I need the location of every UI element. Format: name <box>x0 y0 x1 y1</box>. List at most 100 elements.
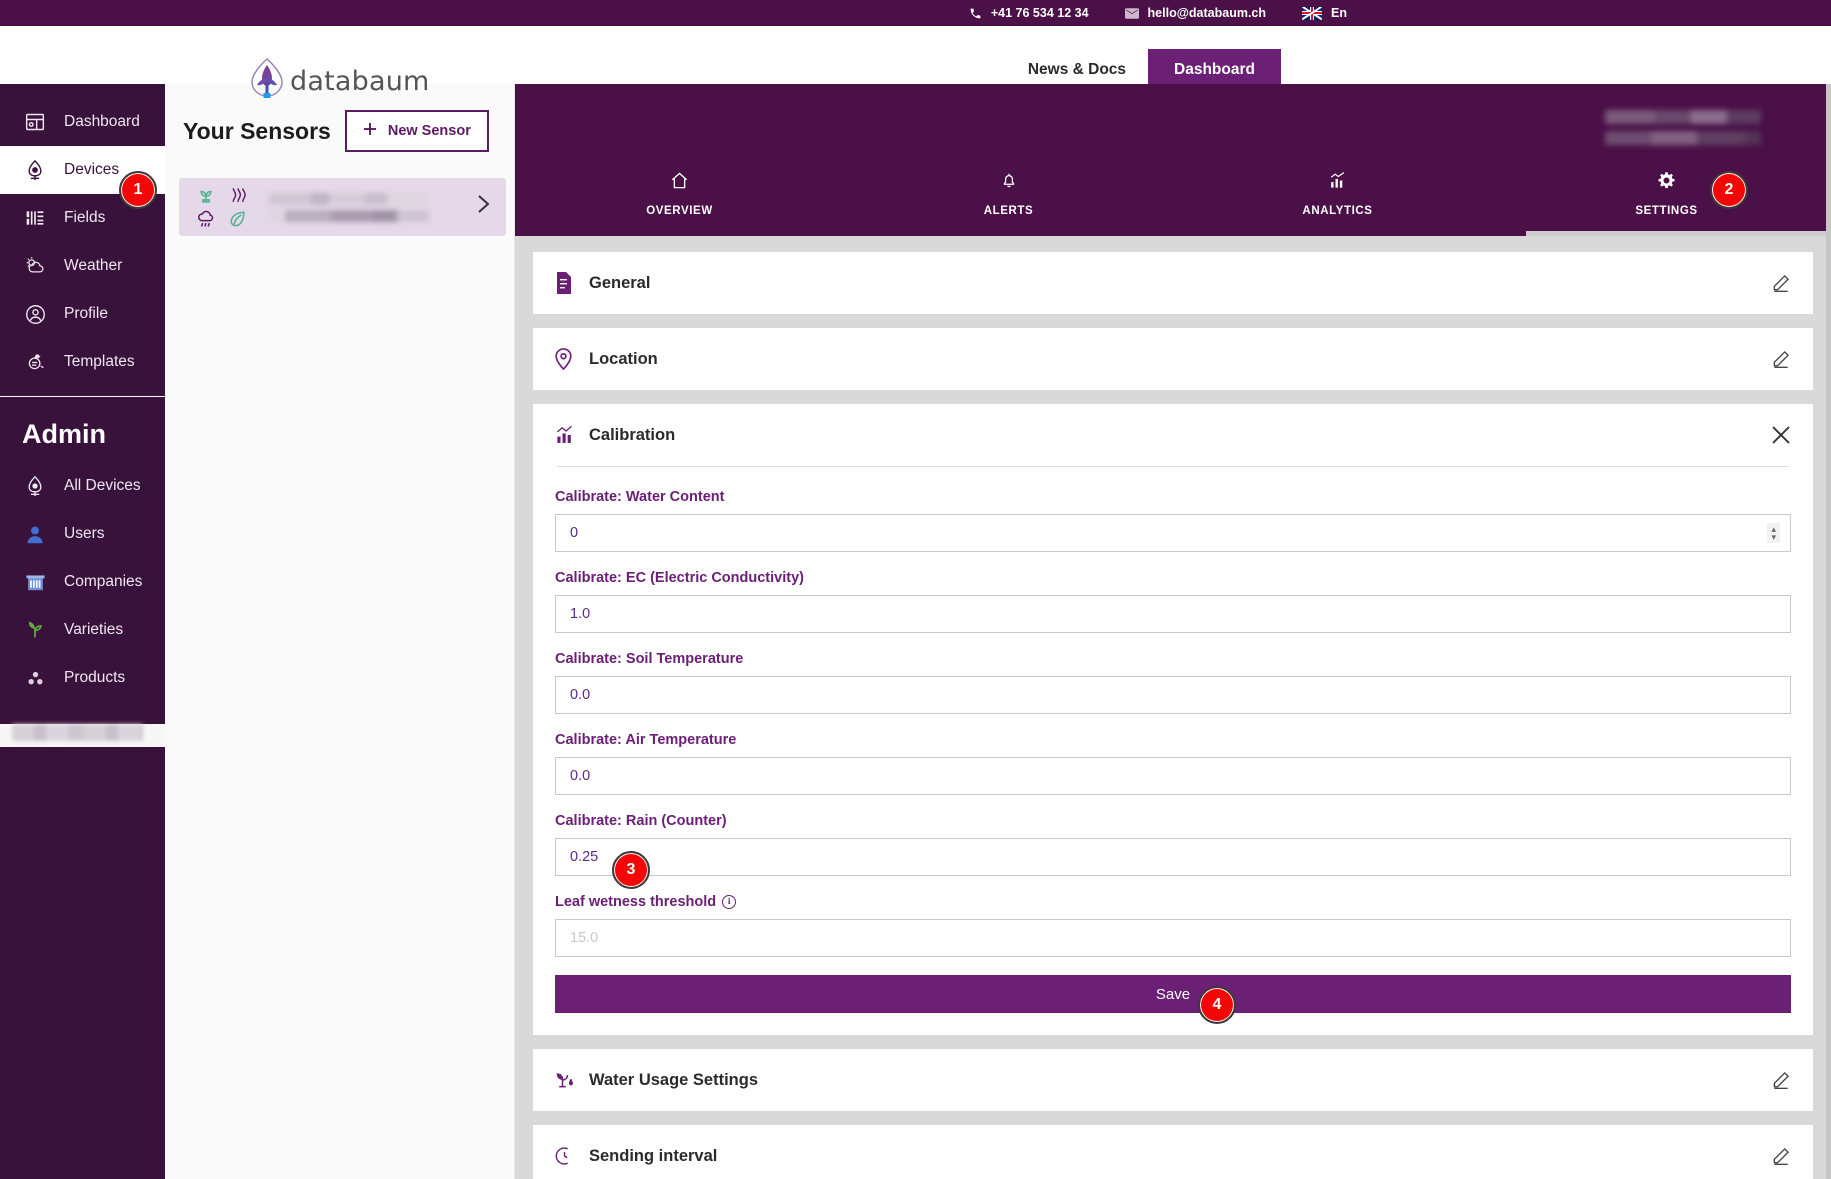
form-divider <box>557 466 1789 467</box>
step-marker-2: 2 <box>1710 171 1748 209</box>
seedling-icon <box>22 620 48 640</box>
section-title: General <box>589 273 651 292</box>
user-icon <box>22 525 48 544</box>
language-selector[interactable]: En <box>1302 6 1347 20</box>
leaf-wetness-threshold-input[interactable]: 15.0 <box>555 919 1791 957</box>
new-sensor-label: New Sensor <box>387 123 471 139</box>
sidebar-item-weather[interactable]: Weather <box>0 242 165 290</box>
section-header[interactable]: Location <box>533 328 1813 390</box>
pencil-icon[interactable] <box>1771 1070 1791 1090</box>
tab-analytics[interactable]: ANALYTICS <box>1173 158 1502 236</box>
sidebar-item-products[interactable]: Products <box>0 654 165 702</box>
redacted-user-label <box>12 724 143 741</box>
fields-icon <box>22 208 48 228</box>
pencil-icon[interactable] <box>1771 273 1791 293</box>
sensor-type-icons <box>193 184 251 230</box>
scrollbar[interactable] <box>1826 84 1831 1179</box>
brand-logo[interactable]: databaum <box>248 57 430 106</box>
input-value: 0.0 <box>570 687 591 703</box>
clock-icon <box>555 1146 589 1166</box>
info-icon[interactable]: i <box>722 895 737 909</box>
tab-label: OVERVIEW <box>646 205 713 217</box>
envelope-icon <box>1124 7 1139 19</box>
leaf-icon <box>225 207 251 230</box>
settings-section-calibration: Calibration Calibrate: Water Content 0 ▴… <box>533 404 1813 1035</box>
settings-section-water-usage: Water Usage Settings <box>533 1049 1813 1111</box>
device-sensor-icon <box>22 475 48 497</box>
bar-chart-icon <box>555 425 589 445</box>
sidebar-item-varieties[interactable]: Varieties <box>0 606 165 654</box>
seedling-icon <box>193 184 219 207</box>
section-title: Location <box>589 349 658 368</box>
calibrate-air-temperature-input[interactable]: 0.0 <box>555 757 1791 795</box>
heat-waves-icon <box>225 184 251 207</box>
water-plant-icon <box>555 1069 589 1091</box>
calibrate-soil-temperature-input[interactable]: 0.0 <box>555 676 1791 714</box>
biohazard-icon <box>22 669 48 688</box>
section-header[interactable]: Sending interval <box>533 1125 1813 1179</box>
number-stepper[interactable]: ▴ ▾ <box>1767 523 1780 543</box>
section-header[interactable]: Water Usage Settings <box>533 1049 1813 1111</box>
section-title: Calibration <box>589 425 676 444</box>
input-placeholder: 15.0 <box>570 930 599 946</box>
list-item[interactable] <box>179 178 506 236</box>
calibrate-rain-counter-label: Calibrate: Rain (Counter) <box>555 813 727 829</box>
page-title: Your Sensors <box>183 117 331 144</box>
sidebar-item-label: Companies <box>64 573 143 590</box>
calibrate-air-temperature-label: Calibrate: Air Temperature <box>555 732 737 748</box>
tab-label: SETTINGS <box>1635 205 1698 217</box>
save-button[interactable]: Save <box>555 975 1791 1013</box>
tab-label: ANALYTICS <box>1302 205 1373 217</box>
sidebar: Dashboard Devices Fields Weather Profile… <box>0 84 165 1179</box>
calibrate-rain-counter-input[interactable]: 0.25 <box>555 838 1791 876</box>
calibrate-water-content-label: Calibrate: Water Content <box>555 489 725 505</box>
sensor-name-redacted <box>269 192 429 222</box>
calibration-form: Calibrate: Water Content 0 ▴ ▾ Calibrate… <box>533 466 1813 1035</box>
calibrate-ec-input[interactable]: 1.0 <box>555 595 1791 633</box>
sidebar-item-templates[interactable]: Templates <box>0 338 165 386</box>
new-sensor-button[interactable]: New Sensor <box>344 110 489 152</box>
settings-section-sending-interval: Sending interval <box>533 1125 1813 1179</box>
app-root: +41 76 534 12 34 hello@databaum.ch En da… <box>0 0 1831 1179</box>
step-marker-1: 1 <box>119 171 157 209</box>
calibrate-water-content-input[interactable]: 0 ▴ ▾ <box>555 514 1791 552</box>
section-header[interactable]: General <box>533 252 1813 314</box>
stepper-down-icon[interactable]: ▾ <box>1771 533 1776 542</box>
templates-icon <box>22 352 48 373</box>
chevron-right-icon[interactable] <box>477 194 490 220</box>
sidebar-item-label: Products <box>64 669 126 686</box>
building-icon <box>22 573 48 591</box>
sidebar-item-dashboard[interactable]: Dashboard <box>0 98 165 146</box>
chart-icon <box>1328 171 1347 195</box>
input-value: 0.25 <box>570 849 599 865</box>
sidebar-item-users[interactable]: Users <box>0 510 165 558</box>
settings-cards: General Location Calibration Calibrate: … <box>515 236 1831 1179</box>
tab-alerts[interactable]: ALERTS <box>844 158 1173 236</box>
sidebar-item-companies[interactable]: Companies <box>0 558 165 606</box>
leaf-logo-icon <box>248 57 286 106</box>
device-hero: OVERVIEW ALERTS ANALYTICS SETTINGS <box>515 84 1831 236</box>
uk-flag-icon <box>1302 6 1323 20</box>
close-icon[interactable] <box>1771 425 1791 445</box>
admin-section-title: Admin <box>22 419 106 449</box>
sidebar-item-label: All Devices <box>64 477 141 494</box>
email-contact[interactable]: hello@databaum.ch <box>1124 6 1266 20</box>
body-layout: Dashboard Devices Fields Weather Profile… <box>0 84 1831 1179</box>
section-title: Sending interval <box>589 1146 718 1165</box>
pencil-icon[interactable] <box>1771 349 1791 369</box>
step-marker-3: 3 <box>612 851 650 889</box>
tab-label: ALERTS <box>983 205 1034 217</box>
tab-overview[interactable]: OVERVIEW <box>515 158 844 236</box>
sidebar-item-label: Templates <box>64 353 135 370</box>
tab-settings[interactable]: SETTINGS <box>1502 158 1831 236</box>
site-header: databaum News & Docs Dashboard <box>0 26 1831 98</box>
main-content: OVERVIEW ALERTS ANALYTICS SETTINGS Gener… <box>515 84 1831 1179</box>
sidebar-item-all-devices[interactable]: All Devices <box>0 462 165 510</box>
settings-section-general: General <box>533 252 1813 314</box>
section-header[interactable]: Calibration <box>533 404 1813 466</box>
settings-section-location: Location <box>533 328 1813 390</box>
pencil-icon[interactable] <box>1771 1146 1791 1166</box>
phone-contact[interactable]: +41 76 534 12 34 <box>969 6 1089 20</box>
input-value: 0.0 <box>570 768 591 784</box>
sidebar-item-profile[interactable]: Profile <box>0 290 165 338</box>
